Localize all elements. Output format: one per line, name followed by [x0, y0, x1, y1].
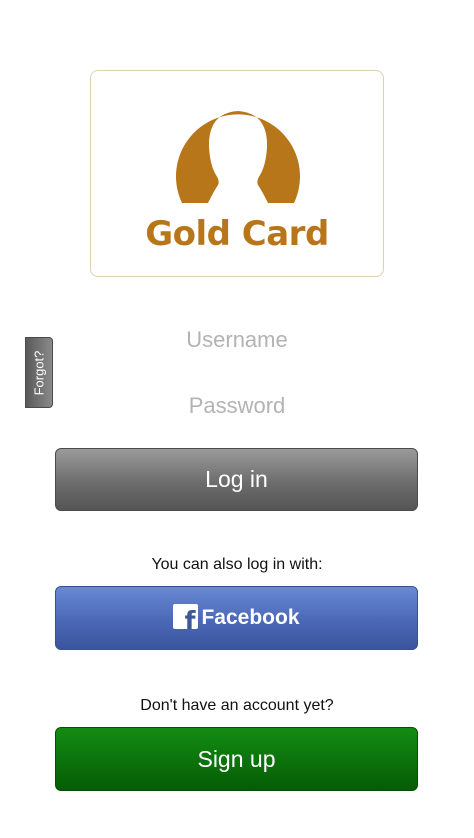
password-input[interactable] — [60, 386, 414, 426]
signup-button-label: Sign up — [197, 746, 276, 772]
signup-button[interactable]: Sign up — [55, 727, 418, 791]
username-input[interactable] — [60, 320, 414, 360]
user-silhouette-icon — [176, 111, 300, 203]
brand-name: Gold Card — [145, 214, 329, 254]
login-button-label: Log in — [205, 466, 268, 492]
login-button[interactable]: Log in — [55, 448, 418, 511]
facebook-login-button[interactable]: Facebook — [55, 586, 418, 650]
social-login-hint: You can also log in with: — [151, 556, 323, 573]
logo-card: Gold Card — [90, 70, 384, 277]
no-account-hint: Don't have an account yet? — [140, 697, 334, 714]
facebook-button-label: Facebook — [201, 606, 300, 629]
facebook-icon — [173, 603, 199, 633]
forgot-password-label: Forgot? — [31, 350, 47, 395]
forgot-password-tab[interactable]: Forgot? — [25, 337, 53, 408]
